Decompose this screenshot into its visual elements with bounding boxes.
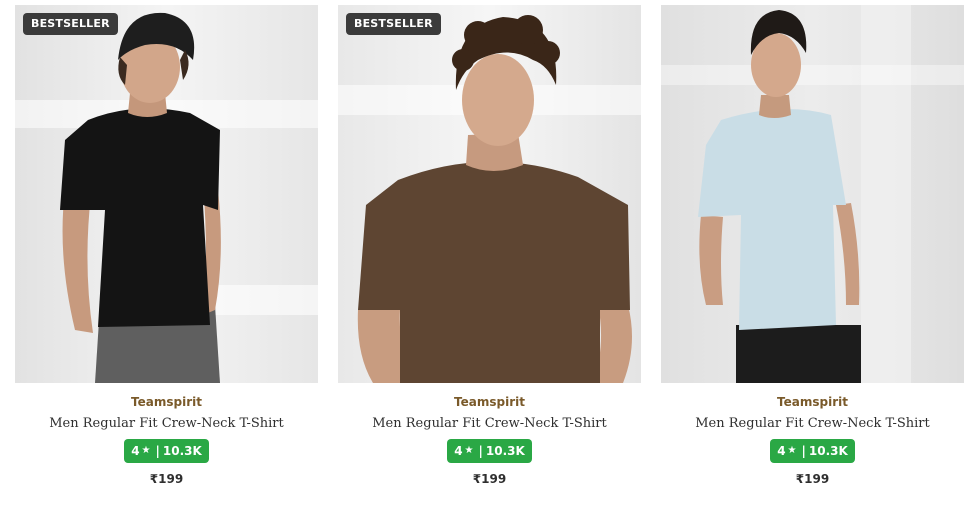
bestseller-badge: BESTSELLER [346, 13, 441, 35]
bestseller-badge: BESTSELLER [23, 13, 118, 35]
product-price: ₹199 [472, 472, 507, 486]
rating-badge: 4 ★ | 10.3K [770, 439, 855, 463]
product-photo-light-blue-tshirt [661, 5, 964, 383]
product-photo-black-tshirt [15, 5, 318, 383]
rating-value: 4 [131, 444, 140, 458]
product-brand[interactable]: Teamspirit [131, 394, 202, 410]
rating-value: 4 [454, 444, 463, 458]
rating-count: 10.3K [162, 444, 202, 458]
product-title[interactable]: Men Regular Fit Crew-Neck T-Shirt [695, 415, 929, 432]
rating-separator: | [155, 444, 160, 458]
product-card[interactable]: BESTSELLER Teamspirit Men Regular Fit Cr… [338, 5, 641, 487]
rating-value: 4 [777, 444, 786, 458]
rating-badge: 4 ★ | 10.3K [124, 439, 209, 463]
product-brand[interactable]: Teamspirit [777, 394, 848, 410]
product-card[interactable]: Teamspirit Men Regular Fit Crew-Neck T-S… [661, 5, 964, 487]
product-image[interactable] [661, 5, 964, 383]
rating-badge: 4 ★ | 10.3K [447, 439, 532, 463]
product-photo-brown-tshirt [338, 5, 641, 383]
star-icon: ★ [464, 445, 474, 456]
star-icon: ★ [787, 445, 797, 456]
rating-separator: | [801, 444, 806, 458]
product-image[interactable]: BESTSELLER [338, 5, 641, 383]
product-image[interactable]: BESTSELLER [15, 5, 318, 383]
rating-separator: | [478, 444, 483, 458]
product-price: ₹199 [795, 472, 830, 486]
rating-count: 10.3K [808, 444, 848, 458]
product-title[interactable]: Men Regular Fit Crew-Neck T-Shirt [372, 415, 606, 432]
rating-count: 10.3K [485, 444, 525, 458]
product-grid: BESTSELLER Teamspirit Men Regular Fit Cr… [15, 5, 964, 487]
product-price: ₹199 [149, 472, 184, 486]
product-title[interactable]: Men Regular Fit Crew-Neck T-Shirt [49, 415, 283, 432]
product-brand[interactable]: Teamspirit [454, 394, 525, 410]
product-card[interactable]: BESTSELLER Teamspirit Men Regular Fit Cr… [15, 5, 318, 487]
star-icon: ★ [141, 445, 151, 456]
